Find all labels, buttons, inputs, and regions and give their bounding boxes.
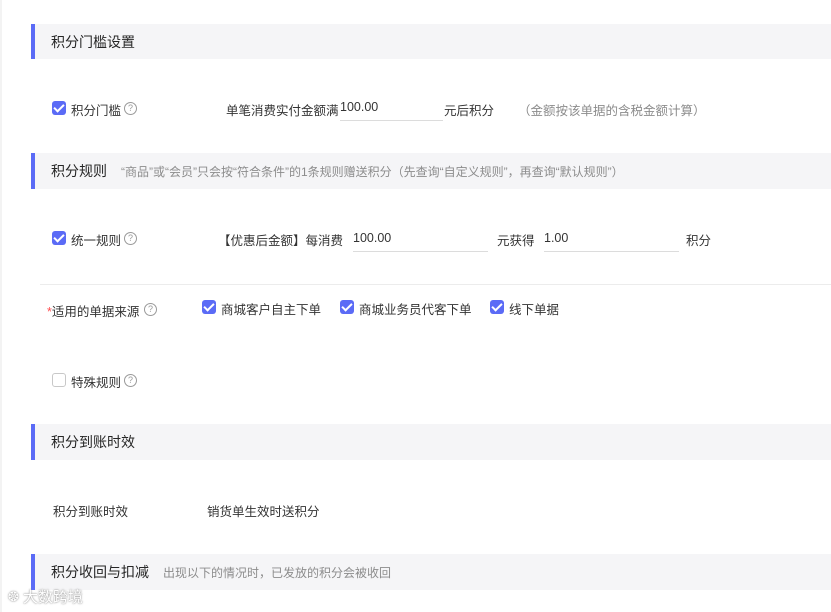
weibo-icon: ❂ xyxy=(8,588,19,604)
threshold-checkbox-label: 积分门槛 xyxy=(71,104,122,118)
section-header-threshold: 积分门槛设置 xyxy=(31,24,831,59)
source-label-agent-order: 商城业务员代客下单 xyxy=(359,303,472,317)
threshold-checkbox[interactable] xyxy=(52,101,66,115)
section-title: 积分门槛设置 xyxy=(51,33,135,50)
unified-rule-checkbox[interactable] xyxy=(52,231,66,245)
section-title: 积分收回与扣减 xyxy=(51,564,149,580)
question-circle-icon[interactable]: ? xyxy=(124,102,137,115)
section-note: 出现以下的情况时，已发放的积分会被收回 xyxy=(163,565,392,580)
threshold-amount-input[interactable] xyxy=(340,94,443,121)
threshold-suffix: 元后积分 xyxy=(444,104,495,118)
unified-rule-points-input[interactable] xyxy=(544,225,679,252)
page-left-edge xyxy=(0,0,2,612)
section-title: 积分规则 xyxy=(51,163,107,179)
unified-rule-middle: 元获得 xyxy=(497,234,535,248)
section-header-arrival: 积分到账时效 xyxy=(31,424,831,460)
watermark-text: 大数跨境 xyxy=(22,589,83,606)
source-checkbox-agent-order[interactable] xyxy=(340,300,354,314)
sources-label: *适用的单据来源 xyxy=(47,301,139,320)
divider xyxy=(40,284,831,285)
section-title: 积分到账时效 xyxy=(51,434,135,450)
section-header-rules: 积分规则 “商品”或“会员”只会按“符合条件”的1条规则赠送积分（先查询“自定义… xyxy=(31,153,831,189)
question-circle-icon[interactable]: ? xyxy=(124,374,137,387)
source-label-offline: 线下单据 xyxy=(509,303,560,317)
question-circle-icon[interactable]: ? xyxy=(124,232,137,245)
arrival-label: 积分到账时效 xyxy=(53,505,129,519)
section-header-recall: 积分收回与扣减 出现以下的情况时，已发放的积分会被收回 xyxy=(31,554,831,590)
section-note: “商品”或“会员”只会按“符合条件”的1条规则赠送积分（先查询“自定义规则”，再… xyxy=(121,164,624,179)
threshold-prefix: 单笔消费实付金额满 xyxy=(226,104,339,118)
threshold-hint: （金额按该单据的含税金额计算） xyxy=(518,104,706,118)
source-checkbox-self-order[interactable] xyxy=(202,300,216,314)
sources-label-text: 适用的单据来源 xyxy=(51,305,140,319)
unified-rule-label: 统一规则 xyxy=(71,234,122,248)
question-circle-icon[interactable]: ? xyxy=(144,303,157,316)
source-label-self-order: 商城客户自主下单 xyxy=(221,303,322,317)
source-checkbox-offline[interactable] xyxy=(490,300,504,314)
unified-rule-amount-input[interactable] xyxy=(353,225,488,252)
arrival-value: 销货单生效时送积分 xyxy=(207,505,320,519)
unified-rule-suffix: 积分 xyxy=(686,234,712,248)
special-rule-checkbox[interactable] xyxy=(52,373,66,387)
watermark: ❂ 大数跨境 xyxy=(8,586,83,607)
special-rule-label: 特殊规则 xyxy=(71,376,122,390)
unified-rule-prefix: 【优惠后金额】每消费 xyxy=(218,234,344,248)
